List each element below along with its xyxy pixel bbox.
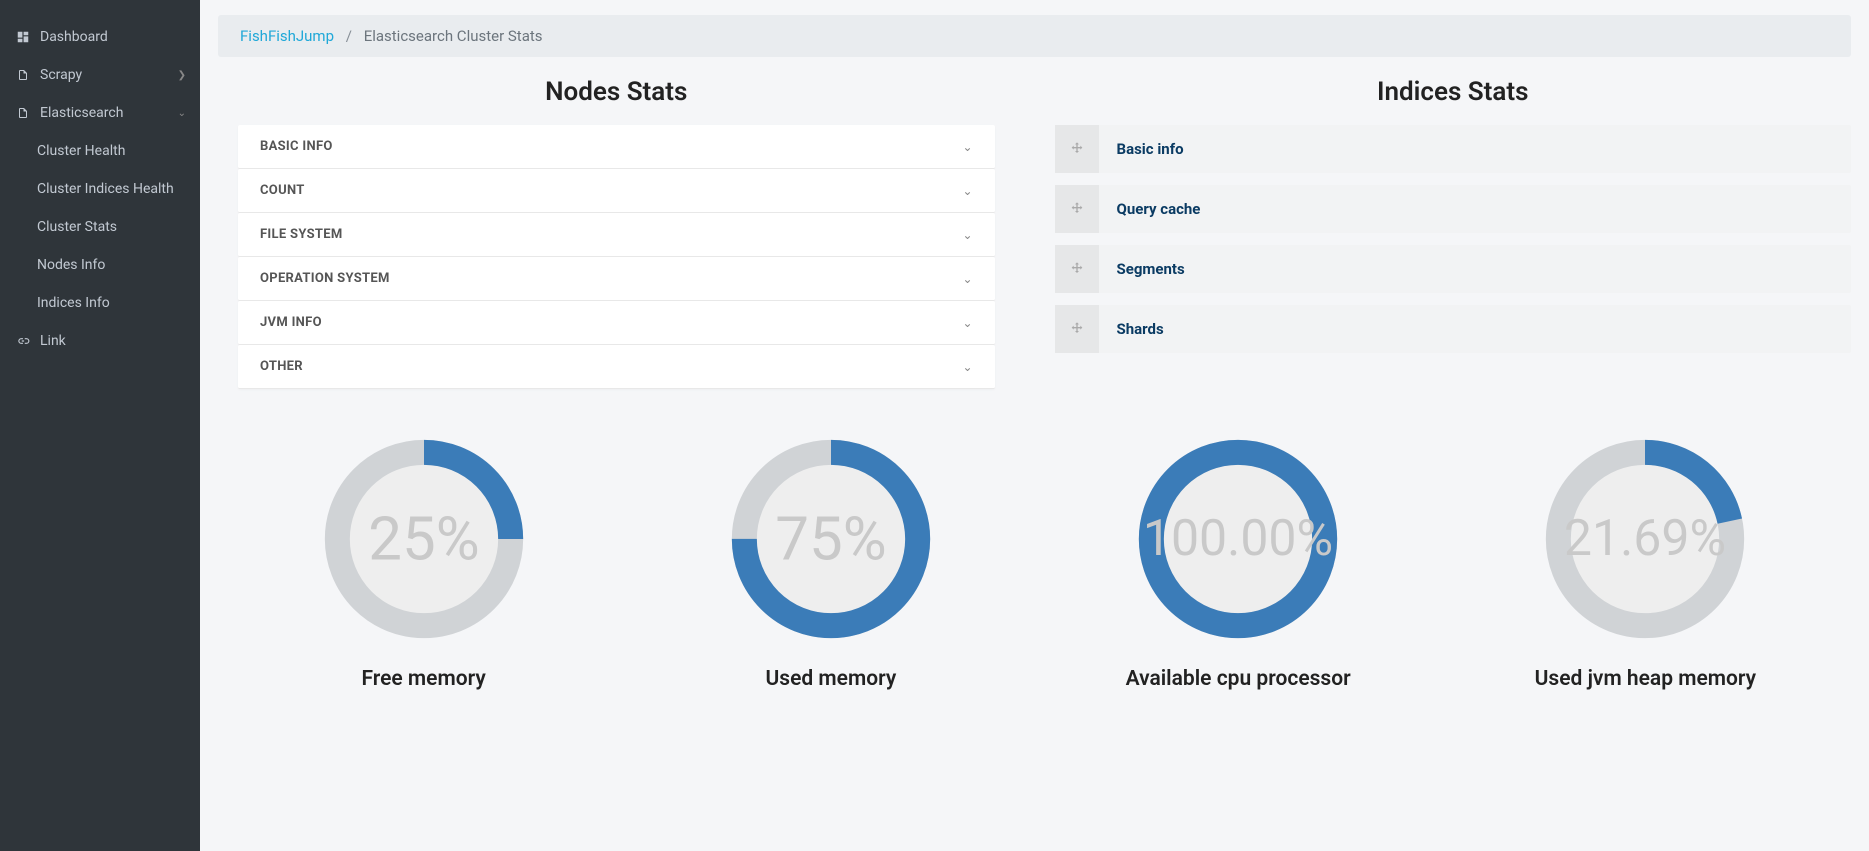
chevron-down-icon: ⌄ xyxy=(962,316,972,330)
gauge-value: 25% xyxy=(368,504,479,575)
gauge-free-memory: 25% Free memory xyxy=(230,439,617,691)
accordion-header-file-system[interactable]: FILE SYSTEM ⌄ xyxy=(238,213,995,256)
indices-item-basic-info[interactable]: Basic info xyxy=(1055,125,1852,173)
file-icon xyxy=(14,68,32,82)
sidebar-item-cluster-stats[interactable]: Cluster Stats xyxy=(12,208,200,246)
sidebar-item-label: Indices Info xyxy=(37,295,110,311)
gauge-chart: 100.00% xyxy=(1138,439,1338,639)
drag-handle[interactable] xyxy=(1055,305,1099,353)
indices-item-label: Segments xyxy=(1099,245,1852,293)
sidebar-item-indices-info[interactable]: Indices Info xyxy=(12,284,200,322)
indices-item-label: Shards xyxy=(1099,305,1852,353)
breadcrumb: FishFishJump / Elasticsearch Cluster Sta… xyxy=(218,15,1851,57)
sidebar-item-elasticsearch[interactable]: Elasticsearch ⌄ xyxy=(0,94,200,132)
gauge-value: 75% xyxy=(775,504,886,575)
chevron-down-icon: ⌄ xyxy=(962,140,972,154)
sidebar-item-link[interactable]: Link xyxy=(0,322,200,360)
sidebar-item-label: Cluster Indices Health xyxy=(37,181,174,197)
sidebar-item-label: Cluster Stats xyxy=(37,219,117,235)
gauge-chart: 75% xyxy=(731,439,931,639)
breadcrumb-root-link[interactable]: FishFishJump xyxy=(240,27,334,45)
accordion-label: BASIC INFO xyxy=(260,139,333,154)
sidebar-item-cluster-health[interactable]: Cluster Health xyxy=(12,132,200,170)
chevron-down-icon: ⌄ xyxy=(178,108,186,119)
breadcrumb-current: Elasticsearch Cluster Stats xyxy=(364,27,543,45)
gauge-label: Free memory xyxy=(361,667,485,691)
sidebar: Dashboard Scrapy ❯ Elasticsearch ⌄ Clust… xyxy=(0,0,200,851)
accordion-header-operation-system[interactable]: OPERATION SYSTEM ⌄ xyxy=(238,257,995,300)
sidebar-item-nodes-info[interactable]: Nodes Info xyxy=(12,246,200,284)
drag-handle[interactable] xyxy=(1055,245,1099,293)
nodes-stats-column: Nodes Stats BASIC INFO ⌄ COUNT ⌄ xyxy=(218,77,1015,389)
nodes-stats-title: Nodes Stats xyxy=(218,77,1015,107)
move-icon xyxy=(1069,261,1085,277)
file-icon xyxy=(14,106,32,120)
gauge-chart: 21.69% xyxy=(1545,439,1745,639)
gauge-used-memory: 75% Used memory xyxy=(637,439,1024,691)
indices-item-label: Query cache xyxy=(1099,185,1852,233)
chevron-right-icon: ❯ xyxy=(178,70,186,81)
drag-handle[interactable] xyxy=(1055,125,1099,173)
accordion-jvm-info: JVM INFO ⌄ xyxy=(238,301,995,345)
chevron-down-icon: ⌄ xyxy=(962,228,972,242)
indices-item-query-cache[interactable]: Query cache xyxy=(1055,185,1852,233)
indices-item-label: Basic info xyxy=(1099,125,1852,173)
chevron-down-icon: ⌄ xyxy=(962,272,972,286)
move-icon xyxy=(1069,321,1085,337)
accordion-other: OTHER ⌄ xyxy=(238,345,995,389)
chevron-down-icon: ⌄ xyxy=(962,360,972,374)
accordion-label: JVM INFO xyxy=(260,315,322,330)
gauge-label: Available cpu processor xyxy=(1126,667,1351,691)
gauges-row: 25% Free memory 75% Used memory xyxy=(200,389,1869,691)
accordion-header-count[interactable]: COUNT ⌄ xyxy=(238,169,995,212)
accordion-file-system: FILE SYSTEM ⌄ xyxy=(238,213,995,257)
indices-item-segments[interactable]: Segments xyxy=(1055,245,1852,293)
sidebar-item-scrapy[interactable]: Scrapy ❯ xyxy=(0,56,200,94)
gauge-value: 100.00% xyxy=(1143,510,1333,568)
sidebar-item-label: Link xyxy=(40,333,66,349)
accordion-operation-system: OPERATION SYSTEM ⌄ xyxy=(238,257,995,301)
drag-handle[interactable] xyxy=(1055,185,1099,233)
accordion-label: COUNT xyxy=(260,183,305,198)
gauge-available-cpu: 100.00% Available cpu processor xyxy=(1045,439,1432,691)
sidebar-item-cluster-indices-health[interactable]: Cluster Indices Health xyxy=(12,170,200,208)
sidebar-item-label: Elasticsearch xyxy=(40,105,123,121)
gauge-chart: 25% xyxy=(324,439,524,639)
accordion-basic-info: BASIC INFO ⌄ xyxy=(238,125,995,169)
indices-item-shards[interactable]: Shards xyxy=(1055,305,1852,353)
move-icon xyxy=(1069,201,1085,217)
sidebar-submenu-elasticsearch: Cluster Health Cluster Indices Health Cl… xyxy=(0,132,200,322)
move-icon xyxy=(1069,141,1085,157)
sidebar-item-label: Dashboard xyxy=(40,29,108,45)
sidebar-item-label: Nodes Info xyxy=(37,257,105,273)
accordion-label: FILE SYSTEM xyxy=(260,227,343,242)
sidebar-item-label: Cluster Health xyxy=(37,143,125,159)
breadcrumb-separator: / xyxy=(338,27,360,45)
gauge-label: Used jvm heap memory xyxy=(1535,667,1756,691)
accordion-count: COUNT ⌄ xyxy=(238,169,995,213)
gauge-label: Used memory xyxy=(765,667,896,691)
sidebar-item-dashboard[interactable]: Dashboard xyxy=(0,18,200,56)
accordion-header-jvm-info[interactable]: JVM INFO ⌄ xyxy=(238,301,995,344)
accordion-label: OTHER xyxy=(260,359,303,374)
gauge-value: 21.69% xyxy=(1564,510,1726,568)
accordion-header-basic-info[interactable]: BASIC INFO ⌄ xyxy=(238,125,995,168)
sidebar-item-label: Scrapy xyxy=(40,67,82,83)
chevron-down-icon: ⌄ xyxy=(962,184,972,198)
gauge-jvm-heap: 21.69% Used jvm heap memory xyxy=(1452,439,1839,691)
indices-stats-title: Indices Stats xyxy=(1055,77,1852,107)
dashboard-icon xyxy=(14,30,32,44)
accordion-label: OPERATION SYSTEM xyxy=(260,271,390,286)
main-content: FishFishJump / Elasticsearch Cluster Sta… xyxy=(200,0,1869,851)
indices-stats-column: Indices Stats Basic info Query cache xyxy=(1055,77,1852,389)
link-icon xyxy=(14,334,32,348)
accordion-header-other[interactable]: OTHER ⌄ xyxy=(238,345,995,388)
